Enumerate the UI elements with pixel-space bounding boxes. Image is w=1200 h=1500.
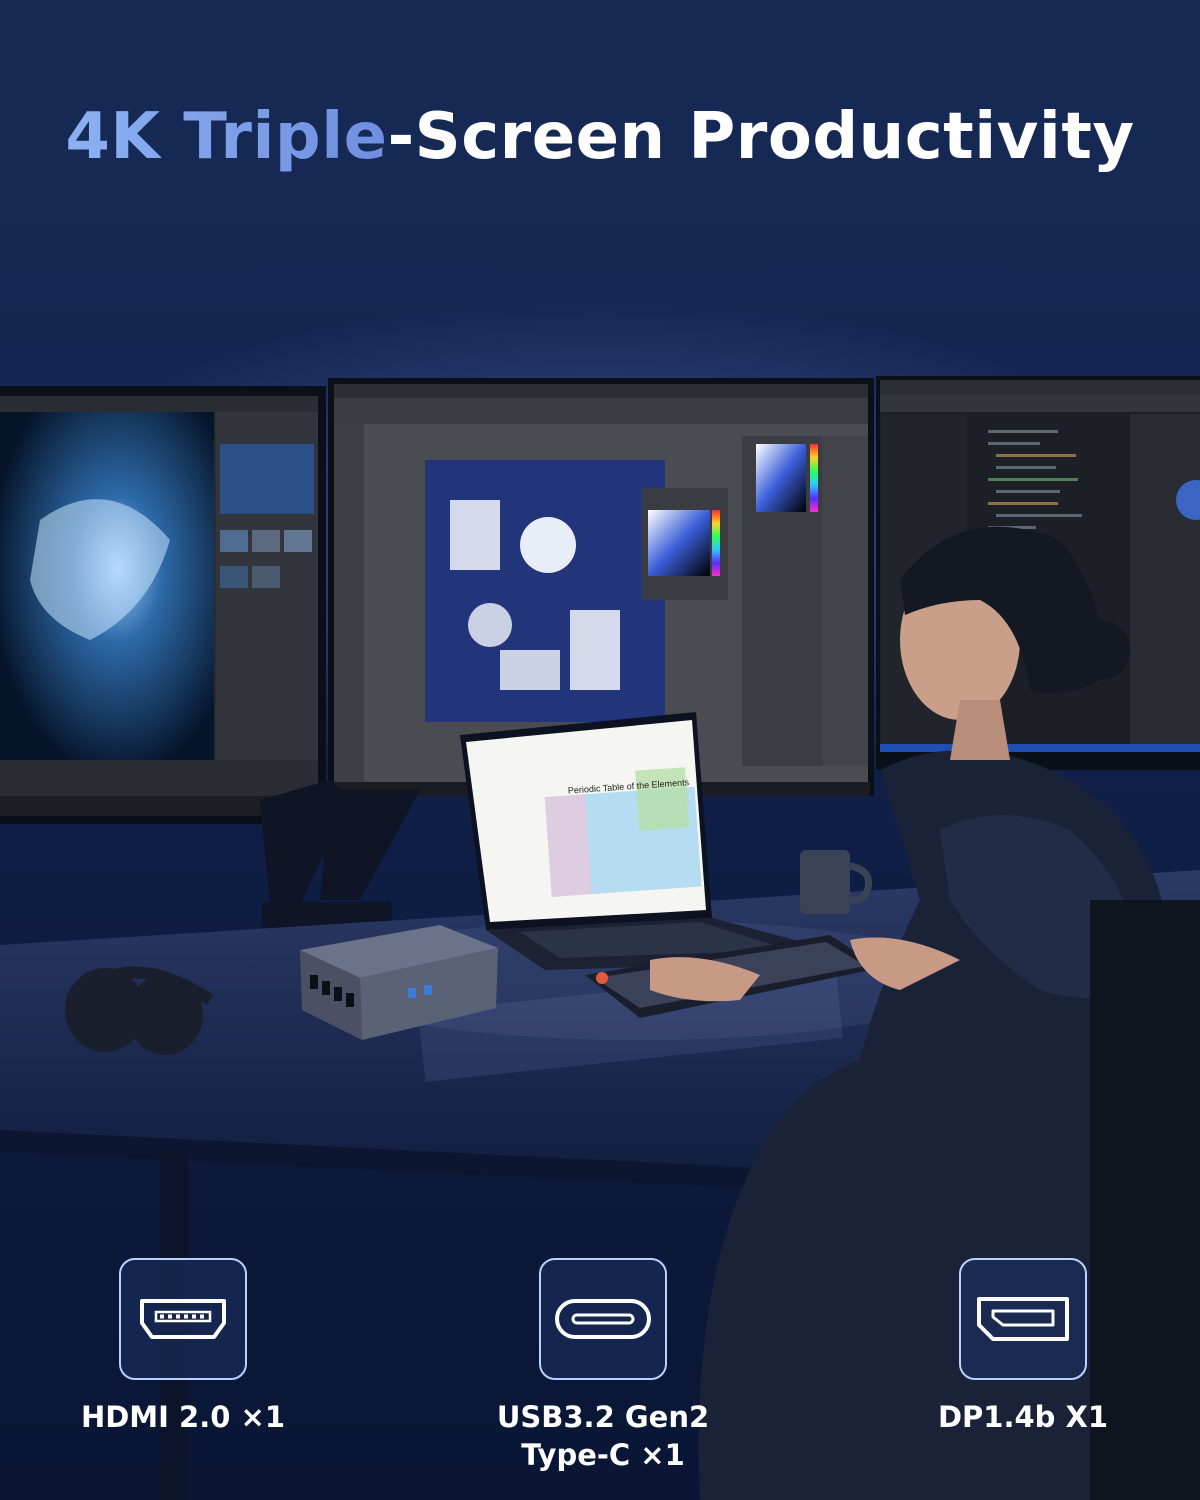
port-label-usb-c-line1: USB3.2 Gen2	[496, 1400, 710, 1434]
port-label-hdmi-line1: HDMI 2.0 ×1	[80, 1400, 286, 1434]
hdmi-port-icon	[119, 1258, 247, 1380]
port-label-displayport-line1: DP1.4b X1	[937, 1400, 1109, 1434]
port-label-hdmi: HDMI 2.0 ×1	[23, 1398, 343, 1436]
headline-highlight: 4K Triple	[65, 100, 388, 174]
headline-rest: -Screen Productivity	[387, 100, 1135, 174]
headline: 4K Triple-Screen Productivity	[0, 100, 1200, 174]
port-feature-displayport: DP1.4b X1	[863, 1258, 1183, 1436]
port-feature-hdmi: HDMI 2.0 ×1	[23, 1258, 343, 1436]
port-feature-usb-c: USB3.2 Gen2 Type-C ×1	[443, 1258, 763, 1474]
port-label-usb-c: USB3.2 Gen2 Type-C ×1	[443, 1398, 763, 1474]
displayport-icon	[959, 1258, 1087, 1380]
left-monitor	[0, 386, 326, 824]
product-banner: Periodic Table of the Elements 4K Triple…	[0, 0, 1200, 1500]
port-label-usb-c-line2: Type-C ×1	[521, 1438, 685, 1472]
usb-c-port-icon	[539, 1258, 667, 1380]
port-label-displayport: DP1.4b X1	[863, 1398, 1183, 1436]
